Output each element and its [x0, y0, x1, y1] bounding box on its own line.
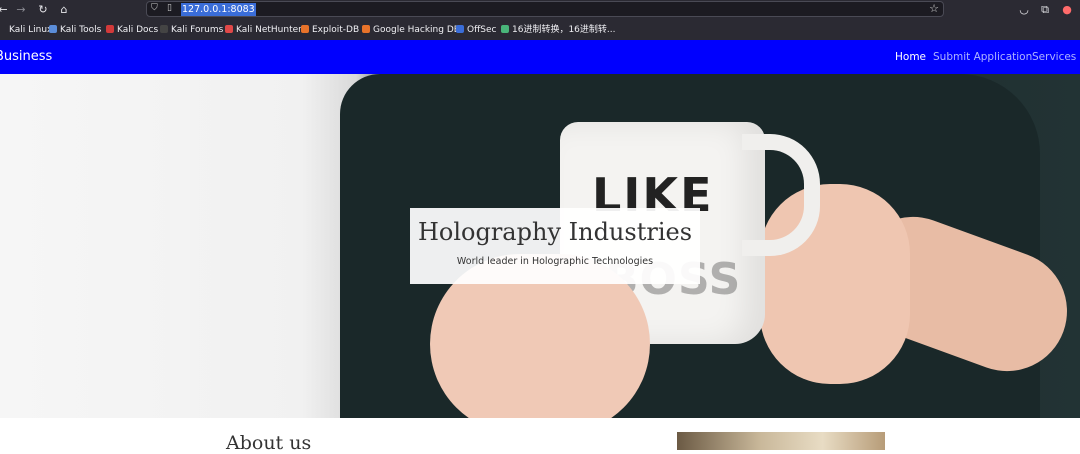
bookmark-kali-tools[interactable]: Kali Tools	[49, 20, 101, 40]
forward-icon[interactable]: →	[14, 2, 28, 17]
about-image	[677, 432, 885, 450]
kali-forums-icon	[160, 25, 168, 33]
bookmark-kali-docs[interactable]: Kali Docs	[106, 20, 158, 40]
home-icon[interactable]: ⌂	[57, 2, 71, 17]
profile-icon[interactable]: ●	[1060, 2, 1074, 17]
offsec-icon	[456, 25, 464, 33]
bookmark-ghdb[interactable]: Google Hacking DB	[362, 20, 460, 40]
reload-icon[interactable]: ↻	[36, 2, 50, 17]
ghdb-icon	[362, 25, 370, 33]
hero-subtitle: World leader in Holographic Technologies	[456, 256, 654, 267]
nav-submit-application[interactable]: Submit Application	[933, 51, 1032, 63]
kali-docs-icon	[106, 25, 114, 33]
bookmark-offsec[interactable]: OffSec	[456, 20, 496, 40]
nav-home[interactable]: Home	[895, 51, 926, 63]
pocket-icon[interactable]: ◡	[1017, 2, 1031, 17]
brand-link[interactable]: Business	[0, 49, 52, 64]
back-icon[interactable]: ←	[0, 2, 10, 17]
page-icon: ▯	[167, 3, 172, 13]
bookmark-kali-forums[interactable]: Kali Forums	[160, 20, 223, 40]
hero-caption-card: Holography Industries World leader in Ho…	[410, 208, 700, 284]
url-bar[interactable]: ⛉ ▯ 127.0.0.1:8083 ☆	[146, 1, 944, 17]
hero-section: LIKE BOSS Holography Industries World le…	[0, 74, 1080, 418]
kali-tools-icon	[49, 25, 57, 33]
nav-services[interactable]: Services	[1032, 51, 1076, 63]
bookmark-hex[interactable]: 16进制转换，16进制转...	[501, 20, 616, 40]
bookmark-exploit-db[interactable]: Exploit-DB	[301, 20, 359, 40]
hex-icon	[501, 25, 509, 33]
extensions-icon[interactable]: ⧉	[1038, 2, 1052, 17]
shield-icon[interactable]: ⛉	[151, 3, 158, 13]
browser-toolbar: ← → ↻ ⌂ ⛉ ▯ 127.0.0.1:8083 ☆ ◡ ⧉ ●	[0, 0, 1080, 20]
url-text[interactable]: 127.0.0.1:8083	[181, 3, 256, 16]
hero-title: Holography Industries	[417, 218, 693, 246]
bookmark-kali-linux[interactable]: Kali Linux	[0, 20, 52, 40]
kali-icon	[0, 25, 6, 33]
bookmark-kali-nethunter[interactable]: Kali NetHunter	[225, 20, 302, 40]
nethunter-icon	[225, 25, 233, 33]
hero-photo-mug-handle	[742, 134, 820, 256]
bookmark-star-icon[interactable]: ☆	[929, 2, 939, 15]
bookmarks-bar: Kali Linux Kali Tools Kali Docs Kali For…	[0, 20, 1080, 41]
site-navbar: Business Home Submit Application Service…	[0, 40, 1080, 74]
about-heading: About us	[226, 432, 312, 454]
exploit-db-icon	[301, 25, 309, 33]
